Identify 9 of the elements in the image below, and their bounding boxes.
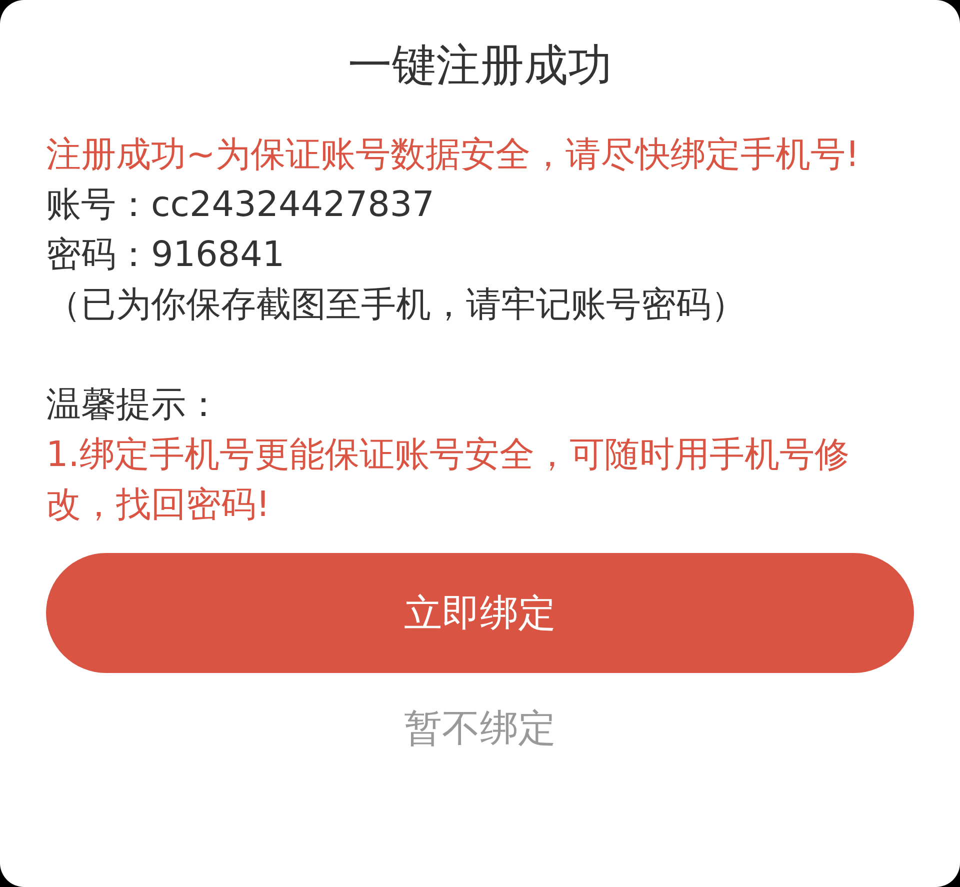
message-text: 注册成功~为保证账号数据安全，请尽快绑定手机号! <box>46 134 860 177</box>
bind-now-button[interactable]: 立即绑定 <box>46 553 914 673</box>
message-text: 1.绑定手机号更能保证账号安全，可随时用手机号修改，找回密码! <box>46 434 850 527</box>
message-text: 密码：916841 <box>46 234 286 277</box>
message-text: （已为你保存截图至手机，请牢记账号密码） <box>46 284 747 327</box>
dialog-title: 一键注册成功 <box>347 39 613 93</box>
skip-binding-button[interactable]: 暂不绑定 <box>388 693 572 763</box>
message-text: 温馨提示： <box>46 384 222 427</box>
message-text: 账号：cc24324427837 <box>46 184 436 227</box>
